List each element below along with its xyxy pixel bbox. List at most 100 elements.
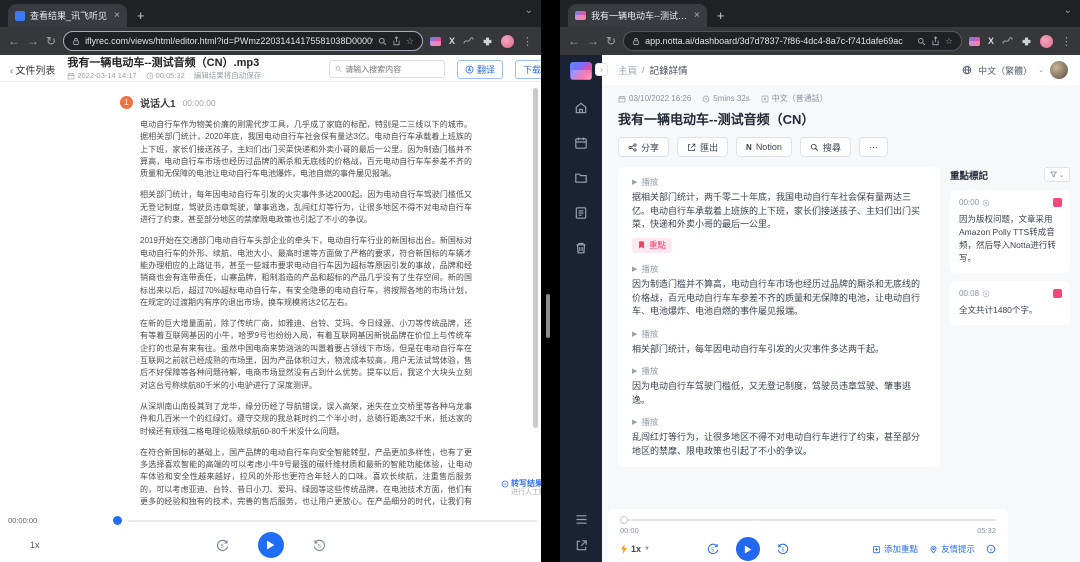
notion-button[interactable]: N Notion: [736, 137, 792, 157]
reload-icon[interactable]: ↻: [606, 35, 616, 47]
export-button[interactable]: 匯出: [677, 137, 729, 157]
play-section-label[interactable]: ▶ 播放: [632, 416, 926, 428]
language-switcher[interactable]: 中文（繁體）: [978, 64, 1032, 77]
forward-5-icon[interactable]: 5: [776, 542, 790, 556]
sidebar-folder-icon[interactable]: [574, 171, 588, 185]
info-icon[interactable]: [986, 544, 996, 554]
transcript-editor[interactable]: 1 说话人1 00:00:00 电动自行车作为物美价廉的刚需代步工具，几乎成了家…: [0, 83, 541, 508]
bookmark-star-icon[interactable]: ☆: [945, 36, 953, 47]
breadcrumb-home[interactable]: 主頁: [618, 63, 637, 77]
transcript-paragraph[interactable]: 在符合新国标的基础上，国产品牌的电动自行车向安全智能转型，产品更加多样性，也有了…: [140, 447, 472, 508]
filter-button[interactable]: ⌄: [1044, 167, 1070, 182]
forward-5-icon[interactable]: 5: [312, 538, 327, 553]
highlight-time[interactable]: 00:08: [959, 289, 1061, 298]
left-url-bar[interactable]: iflyrec.com/views/html/editor.html?id=PW…: [63, 31, 423, 51]
transcript-card[interactable]: ▶ 播放 据相关部门统计，两千零二十年底，我国电动自行车社会保有量两达三亿。电动自…: [618, 167, 940, 467]
scribble-extension-icon[interactable]: [463, 37, 474, 45]
highlight-color-square[interactable]: [1053, 289, 1062, 298]
play-section-label[interactable]: ▶ 播放: [632, 176, 926, 188]
x-extension-icon[interactable]: X: [449, 36, 455, 46]
play-section-label[interactable]: ▶ 播放: [632, 263, 926, 275]
profile-avatar-icon[interactable]: [501, 34, 514, 48]
share-icon[interactable]: [392, 36, 401, 46]
notta-extension-icon[interactable]: [968, 36, 980, 46]
scrollbar-thumb[interactable]: [533, 88, 538, 428]
extensions-puzzle-icon[interactable]: [482, 36, 493, 47]
scribble-extension-icon[interactable]: [1002, 37, 1013, 45]
x-extension-icon[interactable]: X: [988, 36, 994, 46]
section-text[interactable]: 乱闯红灯等行为，让很多地区不得不对电动自行车进行了约束，甚至部分地区的禁摩、限电…: [632, 431, 926, 458]
speaker-badge[interactable]: 1: [120, 96, 133, 109]
window-chevron-icon[interactable]: ⌄: [525, 5, 533, 16]
player-seek-handle[interactable]: [113, 516, 123, 525]
section-text[interactable]: 据相关部门统计，两千零二十年底，我国电动自行车社会保有量两达三亿。电动自行车承载…: [632, 191, 926, 232]
sidebar-home-icon[interactable]: [574, 101, 588, 115]
player-track[interactable]: [128, 519, 537, 522]
profile-avatar-icon[interactable]: [1040, 34, 1053, 48]
search-box[interactable]: [328, 60, 445, 78]
sidebar-expand-icon[interactable]: ›: [595, 63, 608, 76]
search-input[interactable]: [345, 64, 439, 74]
sidebar-calendar-icon[interactable]: [574, 136, 588, 150]
share-button[interactable]: 分享: [618, 137, 670, 157]
more-button[interactable]: ⋯: [858, 137, 888, 157]
search-in-page-icon[interactable]: [917, 37, 926, 46]
section-text[interactable]: 因为电动自行车驾驶门槛低，又无登记制度，驾驶员违章驾驶、肇事逃逸。: [632, 380, 926, 407]
search-in-page-icon[interactable]: [378, 37, 387, 46]
sidebar-trash-icon[interactable]: [574, 241, 588, 255]
back-icon[interactable]: ←: [568, 35, 580, 47]
translate-button[interactable]: 翻译: [456, 59, 503, 79]
bookmark-star-icon[interactable]: ☆: [406, 36, 414, 47]
play-section-label[interactable]: ▶ 播放: [632, 365, 926, 377]
playback-speed[interactable]: 1x: [30, 540, 40, 550]
highlight-card[interactable]: 00:08 全文共计1480个字。: [950, 281, 1070, 325]
new-tab-button[interactable]: +: [137, 8, 145, 23]
highlight-time[interactable]: 00:00: [959, 198, 1061, 207]
play-button[interactable]: [736, 537, 760, 561]
back-icon[interactable]: ←: [8, 35, 20, 47]
player-timeline[interactable]: 00:00:00: [0, 508, 541, 525]
right-url-bar[interactable]: app.notta.ai/dashboard/3d7d7837-7f86-4dc…: [623, 31, 962, 51]
window-divider-handle[interactable]: [546, 294, 550, 338]
rewind-5-icon[interactable]: 5: [215, 538, 230, 553]
playback-speed-select[interactable]: 1x ▼: [620, 544, 706, 554]
new-tab-button[interactable]: +: [717, 8, 725, 23]
player-seek-handle[interactable]: [620, 516, 628, 524]
play-button[interactable]: [257, 532, 284, 558]
download-result-button[interactable]: 下载结果: [514, 59, 541, 79]
player-track[interactable]: [628, 519, 996, 521]
transcript-paragraph[interactable]: 2019开始在交通部门电动自行车头部企业的牵头下，电动自行车行业的新国标出台。新…: [140, 235, 472, 309]
section-text[interactable]: 因为制造门槛并不算高，电动自行车市场也经历过品牌的厮杀和无底线的价格战，百元电动…: [632, 278, 926, 319]
notta-logo[interactable]: [570, 62, 592, 80]
chrome-menu-icon[interactable]: ⋮: [1061, 35, 1072, 48]
player-slider[interactable]: [620, 516, 996, 524]
manual-transcription-promo[interactable]: 转写结果质量差 进行人工精转: [501, 479, 541, 498]
forward-icon[interactable]: →: [27, 35, 39, 47]
add-highlight-button[interactable]: 添加重點: [872, 543, 918, 555]
right-browser-tab[interactable]: 我有一辆电动车--测试音频（CN ×: [568, 4, 707, 27]
notta-extension-icon[interactable]: [429, 36, 441, 46]
speaker-name[interactable]: 说话人1: [140, 95, 176, 110]
highlight-badge[interactable]: 重點: [632, 237, 673, 253]
transcript-paragraph[interactable]: 电动自行车作为物美价廉的刚需代步工具，几乎成了家庭的标配，特别是二三线以下的城市…: [140, 119, 472, 180]
section-text[interactable]: 相关部门统计，每年因电动自行车引发的火灾事件多达两千起。: [632, 343, 926, 357]
back-to-file-list[interactable]: ‹ 文件列表: [10, 62, 55, 77]
share-icon[interactable]: [931, 36, 940, 46]
left-browser-tab[interactable]: 查看结果_讯飞听见 ×: [8, 4, 127, 27]
tip-button[interactable]: 友情提示: [929, 543, 975, 555]
sidebar-notes-icon[interactable]: [574, 206, 588, 220]
chrome-menu-icon[interactable]: ⋮: [522, 35, 533, 48]
close-tab-icon[interactable]: ×: [114, 10, 120, 21]
extensions-puzzle-icon[interactable]: [1021, 36, 1032, 47]
window-chevron-icon[interactable]: ⌄: [1064, 5, 1072, 16]
sidebar-export-icon[interactable]: [575, 539, 588, 552]
reload-icon[interactable]: ↻: [46, 35, 56, 47]
play-section-label[interactable]: ▶ 播放: [632, 328, 926, 340]
transcript-paragraph[interactable]: 相关部门统计，每年因电动自行车引发的火灾事件多达2000起。因为电动自行车驾驶门…: [140, 189, 472, 226]
forward-icon[interactable]: →: [587, 35, 599, 47]
rewind-5-icon[interactable]: 5: [706, 542, 720, 556]
highlight-card[interactable]: 00:00 因为版权问题，文章采用Amazon Polly TTS转成音频，然后…: [950, 190, 1070, 273]
user-avatar[interactable]: [1050, 61, 1068, 79]
search-button[interactable]: 搜尋: [799, 137, 851, 157]
close-tab-icon[interactable]: ×: [694, 10, 700, 21]
